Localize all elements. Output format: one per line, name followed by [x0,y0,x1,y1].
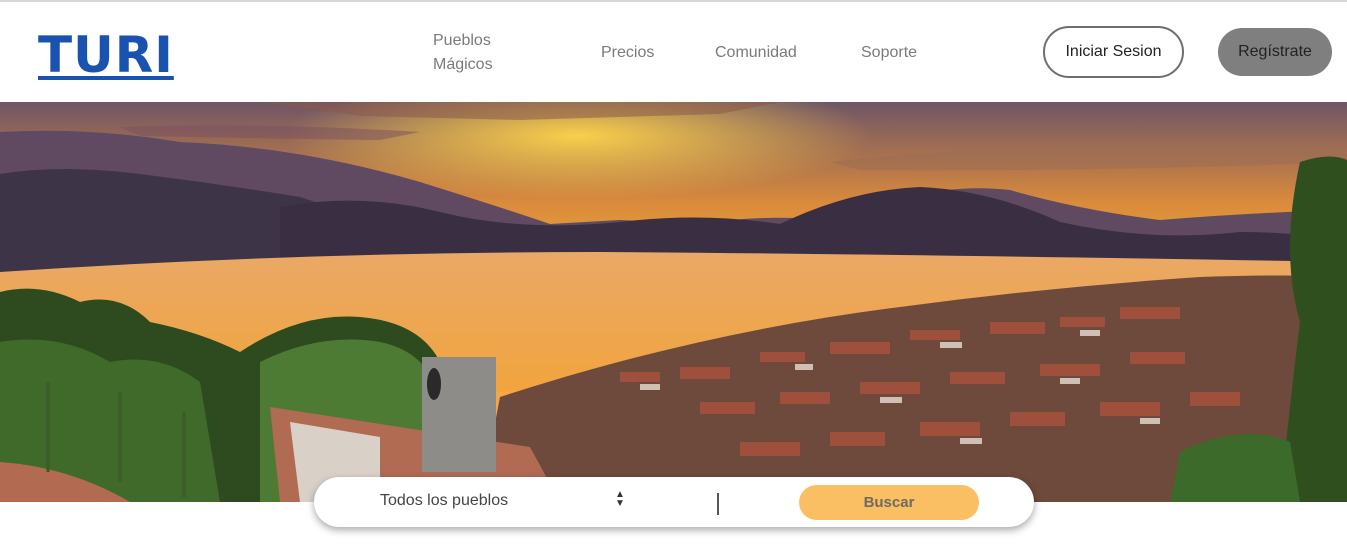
hero-image [0,102,1347,502]
brand-logo[interactable]: TURI [38,26,174,84]
nav-pueblos-magicos[interactable]: Pueblos Mágicos [433,29,523,77]
nav-soporte[interactable]: Soporte [861,41,917,65]
hero-landscape-illustration [0,102,1347,502]
nav-precios[interactable]: Precios [601,41,654,65]
select-updown-icon[interactable]: ▲ ▼ [615,490,625,509]
login-button[interactable]: Iniciar Sesion [1043,26,1184,78]
search-divider [717,493,719,515]
search-button[interactable]: Buscar [799,485,979,520]
register-button[interactable]: Regístrate [1218,28,1332,76]
pueblo-select[interactable]: Todos los pueblos [380,492,508,510]
nav-comunidad[interactable]: Comunidad [715,41,797,65]
search-bar: Todos los pueblos ▲ ▼ Buscar [314,477,1034,527]
site-header: TURI Pueblos Mágicos Precios Comunidad S… [0,2,1347,102]
